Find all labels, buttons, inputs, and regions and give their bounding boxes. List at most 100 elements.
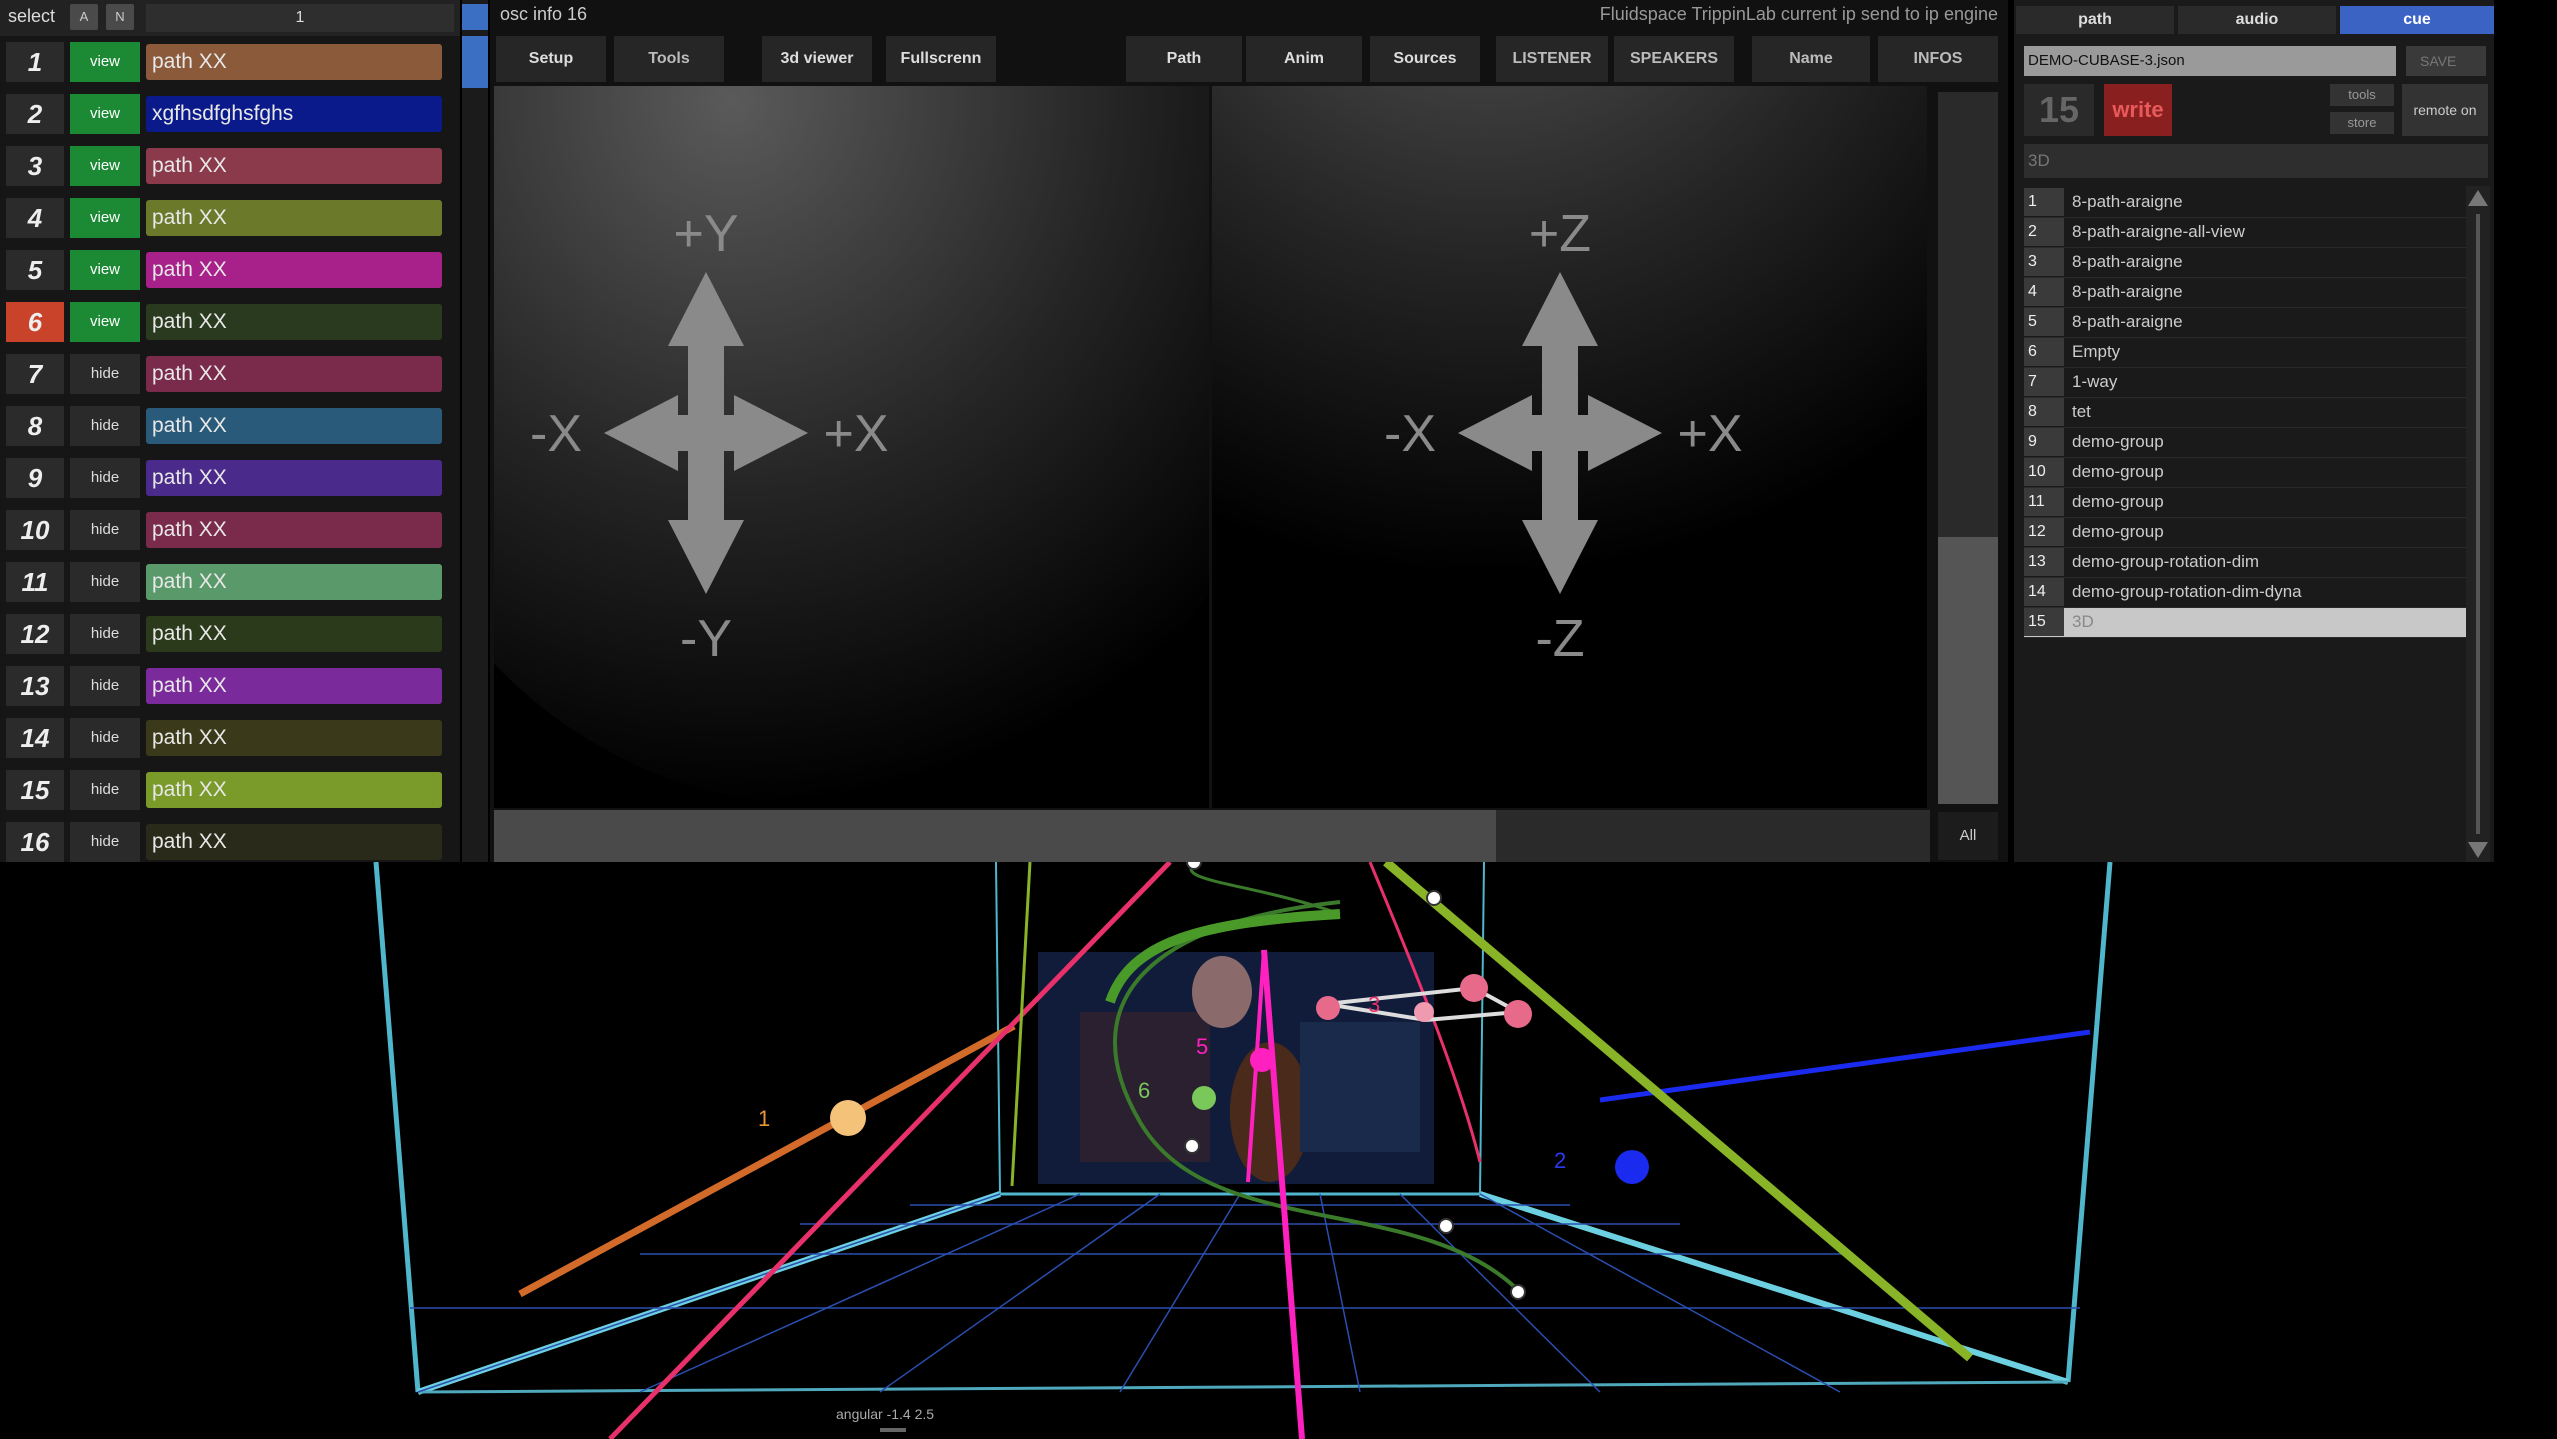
all-button[interactable]: All xyxy=(1938,812,1998,860)
source-row[interactable]: 15 hide path XX xyxy=(0,764,458,816)
source-row[interactable]: 14 hide path XX xyxy=(0,712,458,764)
remote-button[interactable]: remote on xyxy=(2402,84,2488,136)
source-row[interactable]: 5 view path XX xyxy=(0,244,458,296)
visibility-toggle[interactable]: hide xyxy=(70,458,140,498)
source-3-c[interactable] xyxy=(1504,1000,1532,1028)
cue-item[interactable]: 11 demo-group xyxy=(2024,488,2470,518)
source-number[interactable]: 14 xyxy=(6,718,64,758)
path-handle[interactable] xyxy=(1186,862,1202,870)
visibility-toggle[interactable]: view xyxy=(70,250,140,290)
visibility-toggle[interactable]: hide xyxy=(70,770,140,810)
source-number[interactable]: 1 xyxy=(6,42,64,82)
visibility-toggle[interactable]: hide xyxy=(70,614,140,654)
visibility-toggle[interactable]: view xyxy=(70,42,140,82)
source-number[interactable]: 12 xyxy=(6,614,64,654)
visibility-toggle[interactable]: hide xyxy=(70,822,140,862)
visibility-toggle[interactable]: hide xyxy=(70,510,140,550)
source-3-a[interactable] xyxy=(1316,996,1340,1020)
source-number[interactable]: 9 xyxy=(6,458,64,498)
cue-name-field[interactable]: 3D xyxy=(2024,144,2488,178)
source-number[interactable]: 4 xyxy=(6,198,64,238)
source-name-field[interactable]: path XX xyxy=(146,668,442,704)
source-row[interactable]: 13 hide path XX xyxy=(0,660,458,712)
cue-number[interactable]: 15 xyxy=(2024,84,2094,136)
source-row[interactable]: 9 hide path XX xyxy=(0,452,458,504)
source-number[interactable]: 6 xyxy=(6,302,64,342)
visibility-toggle[interactable]: hide xyxy=(70,354,140,394)
source-name-field[interactable]: path XX xyxy=(146,772,442,808)
cue-item[interactable]: 9 demo-group xyxy=(2024,428,2470,458)
source-row[interactable]: 8 hide path XX xyxy=(0,400,458,452)
3d-viewer-button[interactable]: 3d viewer xyxy=(762,36,872,82)
source-2[interactable] xyxy=(1615,1150,1649,1184)
cue-item[interactable]: 8 tet xyxy=(2024,398,2470,428)
source-number[interactable]: 3 xyxy=(6,146,64,186)
anim-button[interactable]: Anim xyxy=(1246,36,1362,82)
source-name-field[interactable]: path XX xyxy=(146,356,442,392)
source-name-field[interactable]: path XX xyxy=(146,200,442,236)
source-number[interactable]: 13 xyxy=(6,666,64,706)
xy-plane-viewer[interactable]: +Y -Y -X +X xyxy=(494,86,1209,808)
source-row[interactable]: 1 view path XX xyxy=(0,36,458,88)
source-name-field[interactable]: path XX xyxy=(146,408,442,444)
source-number[interactable]: 7 xyxy=(6,354,64,394)
cue-item[interactable]: 12 demo-group xyxy=(2024,518,2470,548)
source-5[interactable] xyxy=(1250,1048,1274,1072)
cue-list-scrollbar[interactable] xyxy=(2466,186,2490,862)
cue-item[interactable]: 3 8-path-araigne xyxy=(2024,248,2470,278)
source-row[interactable]: 2 view xgfhsdfghsfghs xyxy=(0,88,458,140)
source-row[interactable]: 7 hide path XX xyxy=(0,348,458,400)
path-handle[interactable] xyxy=(1426,890,1442,906)
visibility-toggle[interactable]: view xyxy=(70,146,140,186)
path-button[interactable]: Path xyxy=(1126,36,1242,82)
cue-item[interactable]: 5 8-path-araigne xyxy=(2024,308,2470,338)
file-name-field[interactable]: DEMO-CUBASE-3.json xyxy=(2024,46,2396,76)
source-number[interactable]: 11 xyxy=(6,562,64,602)
timeline-bar[interactable] xyxy=(494,810,1930,862)
sources-button[interactable]: Sources xyxy=(1370,36,1480,82)
visibility-toggle[interactable]: hide xyxy=(70,406,140,446)
source-name-field[interactable]: path XX xyxy=(146,304,442,340)
path-handle[interactable] xyxy=(1438,1218,1454,1234)
cue-item[interactable]: 4 8-path-araigne xyxy=(2024,278,2470,308)
cue-item[interactable]: 1 8-path-araigne xyxy=(2024,188,2470,218)
infos-button[interactable]: INFOS xyxy=(1878,36,1998,82)
path-handle[interactable] xyxy=(1510,1284,1526,1300)
cue-item[interactable]: 14 demo-group-rotation-dim-dyna xyxy=(2024,578,2470,608)
source-row[interactable]: 6 view path XX xyxy=(0,296,458,348)
visibility-toggle[interactable]: view xyxy=(70,302,140,342)
select-none-button[interactable]: N xyxy=(106,4,134,30)
visibility-toggle[interactable]: view xyxy=(70,198,140,238)
source-name-field[interactable]: xgfhsdfghsfghs xyxy=(146,96,442,132)
speakers-button[interactable]: SPEAKERS xyxy=(1614,36,1734,82)
source-number[interactable]: 16 xyxy=(6,822,64,862)
tab-cue[interactable]: cue xyxy=(2340,6,2494,34)
cue-store-button[interactable]: store xyxy=(2330,112,2394,134)
cue-item[interactable]: 13 demo-group-rotation-dim xyxy=(2024,548,2470,578)
source-name-field[interactable]: path XX xyxy=(146,720,442,756)
source-name-field[interactable]: path XX xyxy=(146,44,442,80)
source-name-field[interactable]: path XX xyxy=(146,460,442,496)
path-handle[interactable] xyxy=(1184,1138,1200,1154)
source-row[interactable]: 11 hide path XX xyxy=(0,556,458,608)
tab-audio[interactable]: audio xyxy=(2178,6,2336,34)
tab-path[interactable]: path xyxy=(2016,6,2174,34)
cue-tools-button[interactable]: tools xyxy=(2330,84,2394,106)
cue-item[interactable]: 6 Empty xyxy=(2024,338,2470,368)
3d-scene-view[interactable]: 1 2 3 5 6 xyxy=(0,862,2557,1439)
source-number[interactable]: 2 xyxy=(6,94,64,134)
write-button[interactable]: write xyxy=(2104,84,2172,136)
source-3-b[interactable] xyxy=(1460,974,1488,1002)
source-name-field[interactable]: path XX xyxy=(146,148,442,184)
source-name-field[interactable]: path XX xyxy=(146,824,442,860)
name-button[interactable]: Name xyxy=(1752,36,1870,82)
listener-button[interactable]: LISTENER xyxy=(1496,36,1608,82)
source-row[interactable]: 4 view path XX xyxy=(0,192,458,244)
fullscreen-button[interactable]: Fullscrenn xyxy=(886,36,996,82)
source-1[interactable] xyxy=(830,1100,866,1136)
source-6[interactable] xyxy=(1192,1086,1216,1110)
source-3-d[interactable] xyxy=(1414,1002,1434,1022)
scroll-down-icon[interactable] xyxy=(2468,842,2488,858)
source-number[interactable]: 8 xyxy=(6,406,64,446)
source-number[interactable]: 5 xyxy=(6,250,64,290)
